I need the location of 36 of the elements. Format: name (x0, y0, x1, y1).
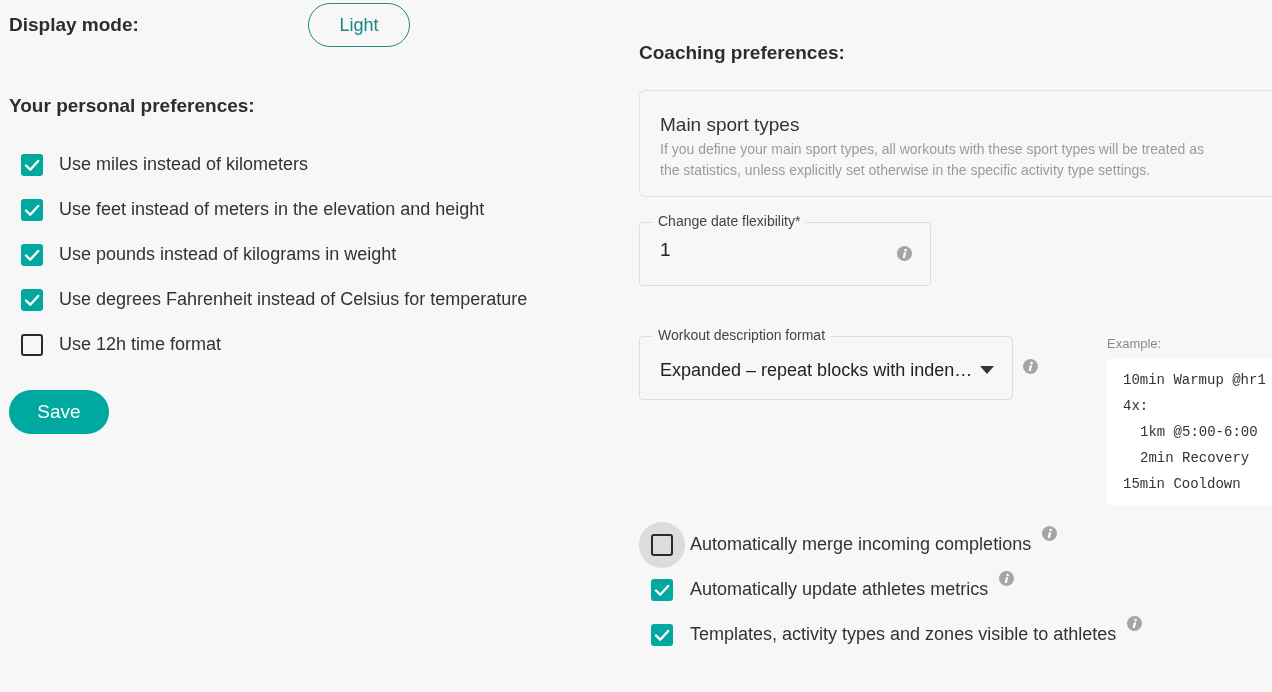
info-icon[interactable] (1023, 359, 1038, 374)
section-heading: Your personal preferences: (9, 94, 255, 118)
section-label: Display mode: (9, 13, 140, 37)
card-title: Main sport types (660, 113, 801, 137)
code-line: 4x: (1123, 397, 1149, 416)
info-icon[interactable] (1127, 616, 1143, 631)
card-description: the statistics, unless explicitly set otherwise in the specific activity type settings. (660, 161, 1151, 180)
checkbox-label: Use pounds instead of kilograms in weight (59, 243, 397, 266)
checkbox-label: Templates, activity types and zones visible to athletes (690, 623, 1117, 646)
code-line: 15min Cooldown (1123, 475, 1241, 494)
code-line: 2min Recovery (1140, 449, 1250, 468)
checkbox-label: Automatically merge incoming completions (690, 533, 1032, 556)
info-icon[interactable] (1042, 526, 1058, 541)
info-icon[interactable] (999, 571, 1015, 586)
code-line: 1km @5:00-6:00 (1140, 423, 1258, 442)
checkbox[interactable] (21, 198, 43, 221)
field-label: Workout description format (653, 327, 831, 343)
checkbox[interactable] (639, 521, 685, 568)
code-line: 10min Warmup @hr1 (1123, 371, 1266, 390)
checkbox-label: Use degrees Fahrenheit instead of Celsius for temperature (59, 288, 528, 311)
checkbox[interactable] (21, 243, 43, 266)
caret-icon (980, 366, 994, 374)
example-label: Example: (1107, 336, 1162, 352)
checkbox-label: Use 12h time format (59, 333, 222, 356)
checkbox[interactable] (21, 333, 43, 356)
card-description: If you define your main sport types, all workouts with these sport types will be treated as (660, 140, 1204, 159)
checkbox[interactable] (651, 578, 673, 601)
checkbox[interactable] (21, 288, 43, 311)
checkbox-label: Use miles instead of kilometers (59, 153, 309, 176)
checkbox-label: Automatically update athletes metrics (690, 578, 989, 601)
section-heading: Coaching preferences: (639, 41, 845, 65)
field-label: Change date flexibility* (653, 213, 806, 229)
checkbox-label: Use feet instead of meters in the elevation and height (59, 198, 485, 221)
checkbox[interactable] (21, 153, 43, 176)
info-icon[interactable] (897, 246, 912, 261)
checkbox[interactable] (651, 623, 673, 646)
